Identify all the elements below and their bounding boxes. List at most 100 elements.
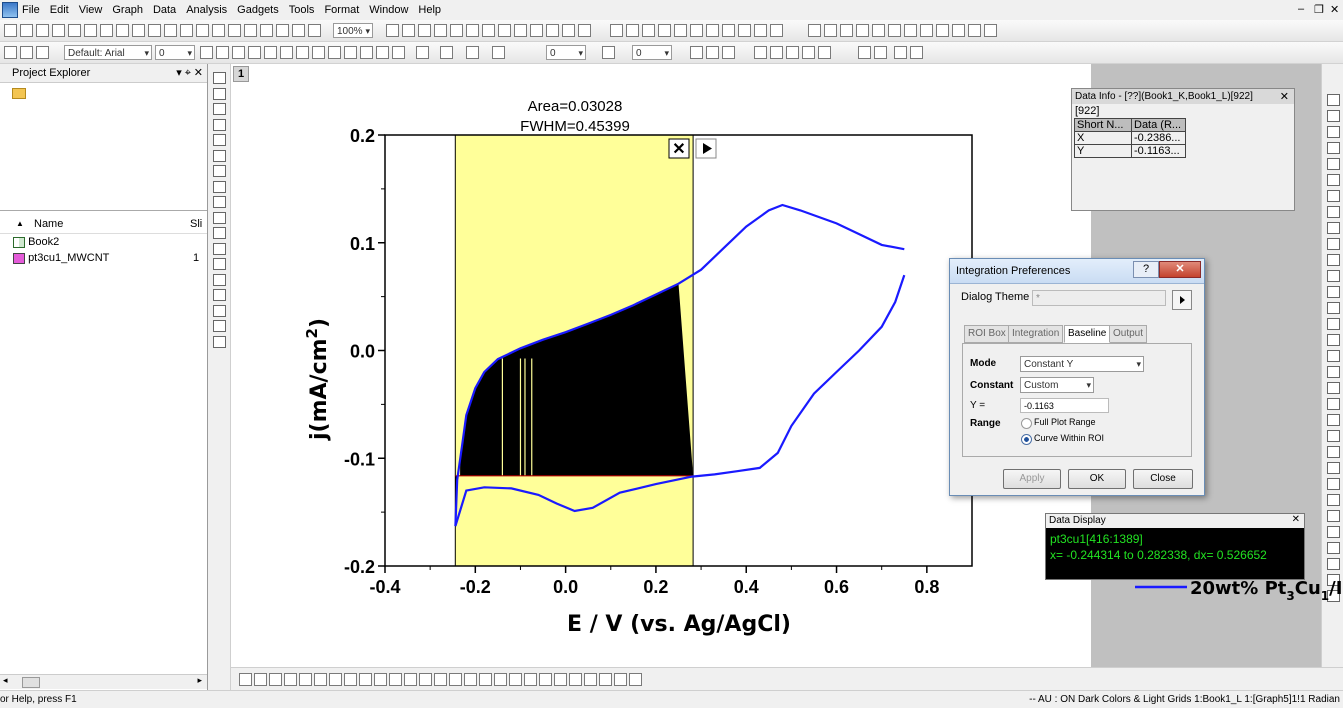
plot-type-icon[interactable] [464, 673, 477, 686]
2d-graph-toolbar [231, 667, 1343, 690]
plot-type-icon[interactable] [569, 673, 582, 686]
table-cell: X [1074, 131, 1132, 145]
plot-type-icon[interactable] [539, 673, 552, 686]
status-help: or Help, press F1 [0, 694, 77, 705]
legend-text[interactable]: 20wt% Pt3Cu1/I [1190, 578, 1342, 603]
close-icon: ✕ [672, 141, 685, 158]
plot-type-icon[interactable] [269, 673, 282, 686]
plot-type-icon[interactable] [329, 673, 342, 686]
x-tick-label: 0.0 [553, 577, 578, 597]
y-tick-label: 0.1 [350, 234, 375, 254]
tab-roi-box[interactable]: ROI Box [964, 325, 1010, 343]
plot-type-icon[interactable] [629, 673, 642, 686]
y-axis-ticks: -0.2 -0.1 0.0 0.1 0.2 [344, 126, 385, 577]
data-display-line2: x= -0.244314 to 0.282338, dx= 0.526652 [1050, 548, 1267, 562]
plot-type-icon[interactable] [554, 673, 567, 686]
y-tick-label: 0.2 [350, 126, 375, 146]
data-info-table: Short N... Data (R... X -0.2386... Y -0.… [1074, 118, 1186, 158]
x-tick-label: -0.2 [460, 577, 491, 597]
y-tick-label: -0.2 [344, 557, 375, 577]
full-plot-range-label: Full Plot Range [1034, 417, 1096, 427]
plot-type-icon[interactable] [509, 673, 522, 686]
data-info-close-icon[interactable]: ✕ [1280, 90, 1289, 103]
integration-preferences-dialog: Integration Preferences ? ✕ Dialog Theme… [949, 258, 1205, 496]
plot-type-icon[interactable] [299, 673, 312, 686]
data-display-panel: Data Display ✕ pt3cu1[416:1389] x= -0.24… [1045, 513, 1305, 580]
mode-select[interactable]: Constant Y [1020, 356, 1144, 372]
plot-type-icon[interactable] [449, 673, 462, 686]
dialog-close-button[interactable]: ✕ [1159, 261, 1201, 278]
plot-type-icon[interactable] [389, 673, 402, 686]
ok-button[interactable]: OK [1068, 469, 1126, 489]
theme-menu-button[interactable] [1172, 290, 1192, 310]
plot-type-icon[interactable] [314, 673, 327, 686]
plot-type-icon[interactable] [374, 673, 387, 686]
data-display-title: Data Display [1046, 514, 1304, 528]
help-button[interactable]: ? [1133, 261, 1159, 278]
x-tick-label: 0.4 [734, 577, 759, 597]
legend-sub2: 1 [1321, 589, 1329, 603]
dialog-theme-field[interactable]: * [1032, 290, 1166, 306]
constant-select[interactable]: Custom [1020, 377, 1094, 393]
legend-main: 20wt% Pt [1190, 578, 1287, 599]
plot-type-icon[interactable] [419, 673, 432, 686]
plot-type-icon[interactable] [524, 673, 537, 686]
area-label: Area=0.03028 [528, 98, 623, 115]
data-info-header: Data (R... [1131, 118, 1186, 132]
data-info-index: [922] [1075, 105, 1100, 117]
y-label-close: ) [307, 318, 332, 328]
data-info-header: Short N... [1074, 118, 1132, 132]
x-tick-label: 0.8 [914, 577, 939, 597]
data-info-panel: Data Info - [??](Book1_K,Book1_L)[922] ✕… [1071, 88, 1295, 211]
range-label: Range [970, 418, 1001, 429]
plot-type-icon[interactable] [284, 673, 297, 686]
plot-type-icon[interactable] [614, 673, 627, 686]
data-info-title: Data Info - [??](Book1_K,Book1_L)[922] [1072, 89, 1294, 104]
dialog-title-bar: Integration Preferences ? ✕ [950, 259, 1204, 284]
dialog-title: Integration Preferences [956, 265, 1071, 277]
plot-type-icon[interactable] [599, 673, 612, 686]
curve-within-roi-radio[interactable] [1021, 434, 1032, 445]
y-value-input[interactable]: -0.1163 [1020, 398, 1109, 413]
constant-label: Constant [970, 380, 1014, 391]
x-tick-label: 0.2 [643, 577, 668, 597]
tab-integration[interactable]: Integration [1008, 325, 1064, 343]
y-tick-label: 0.0 [350, 342, 375, 362]
close-button[interactable]: Close [1133, 469, 1193, 489]
status-bar: or Help, press F1 -- AU : ON Dark Colors… [0, 690, 1343, 708]
x-tick-label: -0.4 [369, 577, 400, 597]
legend-mid: Cu [1295, 578, 1321, 599]
curve-within-roi-label: Curve Within ROI [1034, 433, 1105, 443]
plot-type-icon[interactable] [344, 673, 357, 686]
table-cell: Y [1074, 144, 1132, 158]
legend-tail: /I [1329, 578, 1342, 599]
apply-button[interactable]: Apply [1003, 469, 1061, 489]
tab-baseline[interactable]: Baseline [1064, 325, 1111, 343]
tab-output[interactable]: Output [1109, 325, 1148, 343]
plot-type-icon[interactable] [434, 673, 447, 686]
plot-type-icon[interactable] [479, 673, 492, 686]
plot-type-icon[interactable] [404, 673, 417, 686]
plot-type-icon[interactable] [584, 673, 597, 686]
baseline-tab-panel: Mode Constant Y Constant Custom Y = -0.1… [962, 343, 1192, 457]
table-cell: -0.1163... [1131, 144, 1186, 158]
table-cell: -0.2386... [1131, 131, 1186, 145]
plot-type-icon[interactable] [239, 673, 252, 686]
dialog-theme-label: Dialog Theme [961, 291, 1030, 303]
legend-sub1: 3 [1286, 589, 1294, 603]
data-display-close-icon[interactable]: ✕ [1292, 514, 1300, 525]
mode-label: Mode [970, 358, 997, 369]
plot-type-icon[interactable] [359, 673, 372, 686]
full-plot-range-radio[interactable] [1021, 418, 1032, 429]
status-info: -- AU : ON Dark Colors & Light Grids 1:B… [1029, 694, 1340, 705]
plot-type-icon[interactable] [254, 673, 267, 686]
x-axis-ticks: -0.4 -0.2 0.0 0.2 0.4 0.6 0.8 [369, 566, 939, 597]
y-label: Y = [970, 400, 986, 411]
arrow-right-icon [1180, 296, 1185, 304]
data-display-line1: pt3cu1[416:1389] [1050, 532, 1143, 546]
y-label-main: j(mA/cm [307, 338, 332, 441]
y-tick-label: -0.1 [344, 449, 375, 469]
fwhm-label: FWHM=0.45399 [520, 118, 630, 135]
y-label-superscript: 2 [303, 328, 321, 338]
plot-type-icon[interactable] [494, 673, 507, 686]
